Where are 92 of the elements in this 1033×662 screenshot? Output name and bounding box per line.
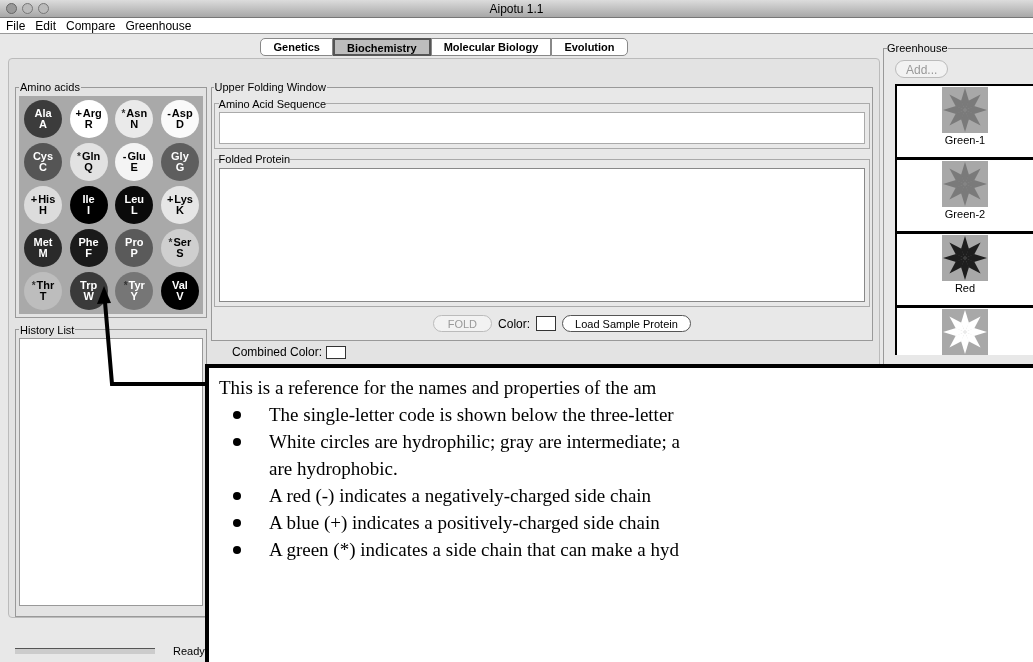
group-title: Upper Folding Window	[213, 80, 327, 95]
charge-mark: +	[75, 107, 82, 119]
group-title: Folded Protein	[218, 152, 291, 167]
minimize-icon[interactable]	[22, 3, 33, 14]
amino-acid-code: N	[130, 118, 139, 130]
sequence-field[interactable]	[218, 112, 865, 144]
amino-acid-name: Pro	[125, 236, 144, 248]
bullet-text: are hydrophobic.	[269, 457, 399, 481]
bullet-text: White circles are hydrophilic; gray are intermediate; a	[269, 430, 680, 454]
group-title: History List	[19, 322, 76, 338]
amino-acid-name: Phe	[78, 236, 99, 248]
amino-acid-code: Q	[84, 161, 93, 173]
bullet-text: The single-letter code is shown below the three-letter	[269, 403, 674, 427]
bullet-icon	[233, 411, 241, 419]
charge-mark: *	[168, 236, 173, 248]
amino-acid-name: Gly	[171, 150, 189, 162]
menu-item[interactable]: Compare	[66, 16, 116, 35]
amino-acid-code: I	[87, 204, 91, 216]
amino-acid-code: R	[84, 118, 93, 130]
amino-acid-name: Glu	[127, 150, 146, 162]
amino-acid-code: V	[176, 290, 184, 302]
menu-item[interactable]: Edit	[35, 16, 57, 35]
charge-mark: -	[167, 107, 171, 119]
bullet-icon	[233, 546, 241, 554]
color-label: Color:	[498, 315, 531, 333]
amino-acid-code: K	[175, 204, 184, 216]
bullet-text: A red (-) indicates a negatively-charged side chain	[269, 484, 652, 508]
flower-label: Green-2	[944, 206, 986, 221]
flower-card[interactable]: Green-2	[897, 159, 1033, 234]
tab[interactable]: Biochemistry	[332, 38, 431, 56]
amino-acid-name: Cys	[32, 150, 54, 162]
window-title: Aipotu 1.1	[488, 0, 545, 18]
close-icon[interactable]	[6, 3, 17, 14]
charge-mark: *	[121, 107, 126, 119]
charge-mark: +	[166, 193, 174, 205]
zoom-icon[interactable]	[38, 3, 49, 14]
amino-acid-code: C	[39, 161, 47, 173]
status-text: Ready	[173, 644, 205, 659]
amino-acid-name: Asn	[126, 107, 148, 119]
flower-card[interactable]: Red	[897, 233, 1033, 308]
amino-acid-name: Lys	[174, 193, 193, 205]
charge-mark: -	[122, 150, 127, 162]
amino-acid-code: H	[39, 204, 47, 216]
tab[interactable]: Evolution	[551, 38, 628, 56]
flower-card[interactable]: Green-1	[897, 85, 1033, 160]
amino-acid-code: M	[38, 247, 48, 259]
tab[interactable]: Genetics	[260, 38, 333, 56]
amino-acid-name: His	[38, 193, 56, 205]
bullet-icon	[233, 438, 241, 446]
charge-mark: *	[31, 279, 36, 291]
group-title: Greenhouse	[887, 41, 948, 56]
charge-mark: *	[123, 279, 128, 291]
amino-acid-code: Y	[130, 290, 138, 302]
load-sample-button[interactable]: Load Sample Protein	[562, 315, 691, 332]
amino-acid-name: Val	[171, 279, 188, 291]
tab[interactable]: Molecular Biology	[430, 38, 552, 56]
bullet-text: A green (*) indicates a side chain that can make a hyd	[269, 538, 679, 562]
amino-acid-name: Ser	[173, 236, 192, 248]
bullet-icon	[233, 492, 241, 500]
amino-acid-name: Ile	[82, 193, 95, 205]
charge-mark: *	[77, 150, 81, 162]
amino-acid-name: Gln	[81, 150, 101, 162]
amino-acid-name: Asp	[171, 107, 193, 119]
group-title: Amino acids	[19, 80, 81, 95]
amino-acid-code: F	[85, 247, 92, 259]
amino-acid-code: P	[130, 247, 138, 259]
amino-acid-name: Tyr	[128, 279, 145, 291]
amino-acid-code: A	[39, 118, 47, 130]
amino-acid-name: Trp	[80, 279, 98, 291]
callout-intro: This is a reference for the names and properties of the am	[219, 376, 658, 400]
combined-color-label: Combined Color:	[232, 344, 323, 361]
amino-acid-name: Arg	[82, 107, 102, 119]
menu-item[interactable]: Greenhouse	[125, 16, 192, 35]
bullet-text: A blue (+) indicates a positively-charged side chain	[269, 511, 660, 535]
amino-acid-code: L	[130, 204, 138, 216]
amino-acid-name: Met	[33, 236, 53, 248]
flower-label: Red	[954, 280, 976, 295]
charge-mark: +	[30, 193, 38, 205]
bullet-icon	[233, 519, 241, 527]
flower-label: Green-1	[944, 132, 986, 147]
amino-acid-code: T	[39, 290, 47, 302]
menu-item[interactable]: File	[6, 16, 26, 35]
color-swatch[interactable]	[536, 316, 557, 331]
amino-acid-code: W	[83, 290, 94, 302]
amino-acid-code: S	[176, 247, 184, 259]
amino-acid-name: Ala	[34, 107, 52, 119]
amino-acid-code: G	[175, 161, 185, 173]
amino-acid-code: E	[130, 161, 138, 173]
amino-acid-code: D	[175, 118, 184, 130]
group-title: Amino Acid Sequence	[218, 96, 327, 112]
amino-acid-name: Thr	[36, 279, 55, 291]
amino-acid-name: Leu	[124, 193, 145, 205]
